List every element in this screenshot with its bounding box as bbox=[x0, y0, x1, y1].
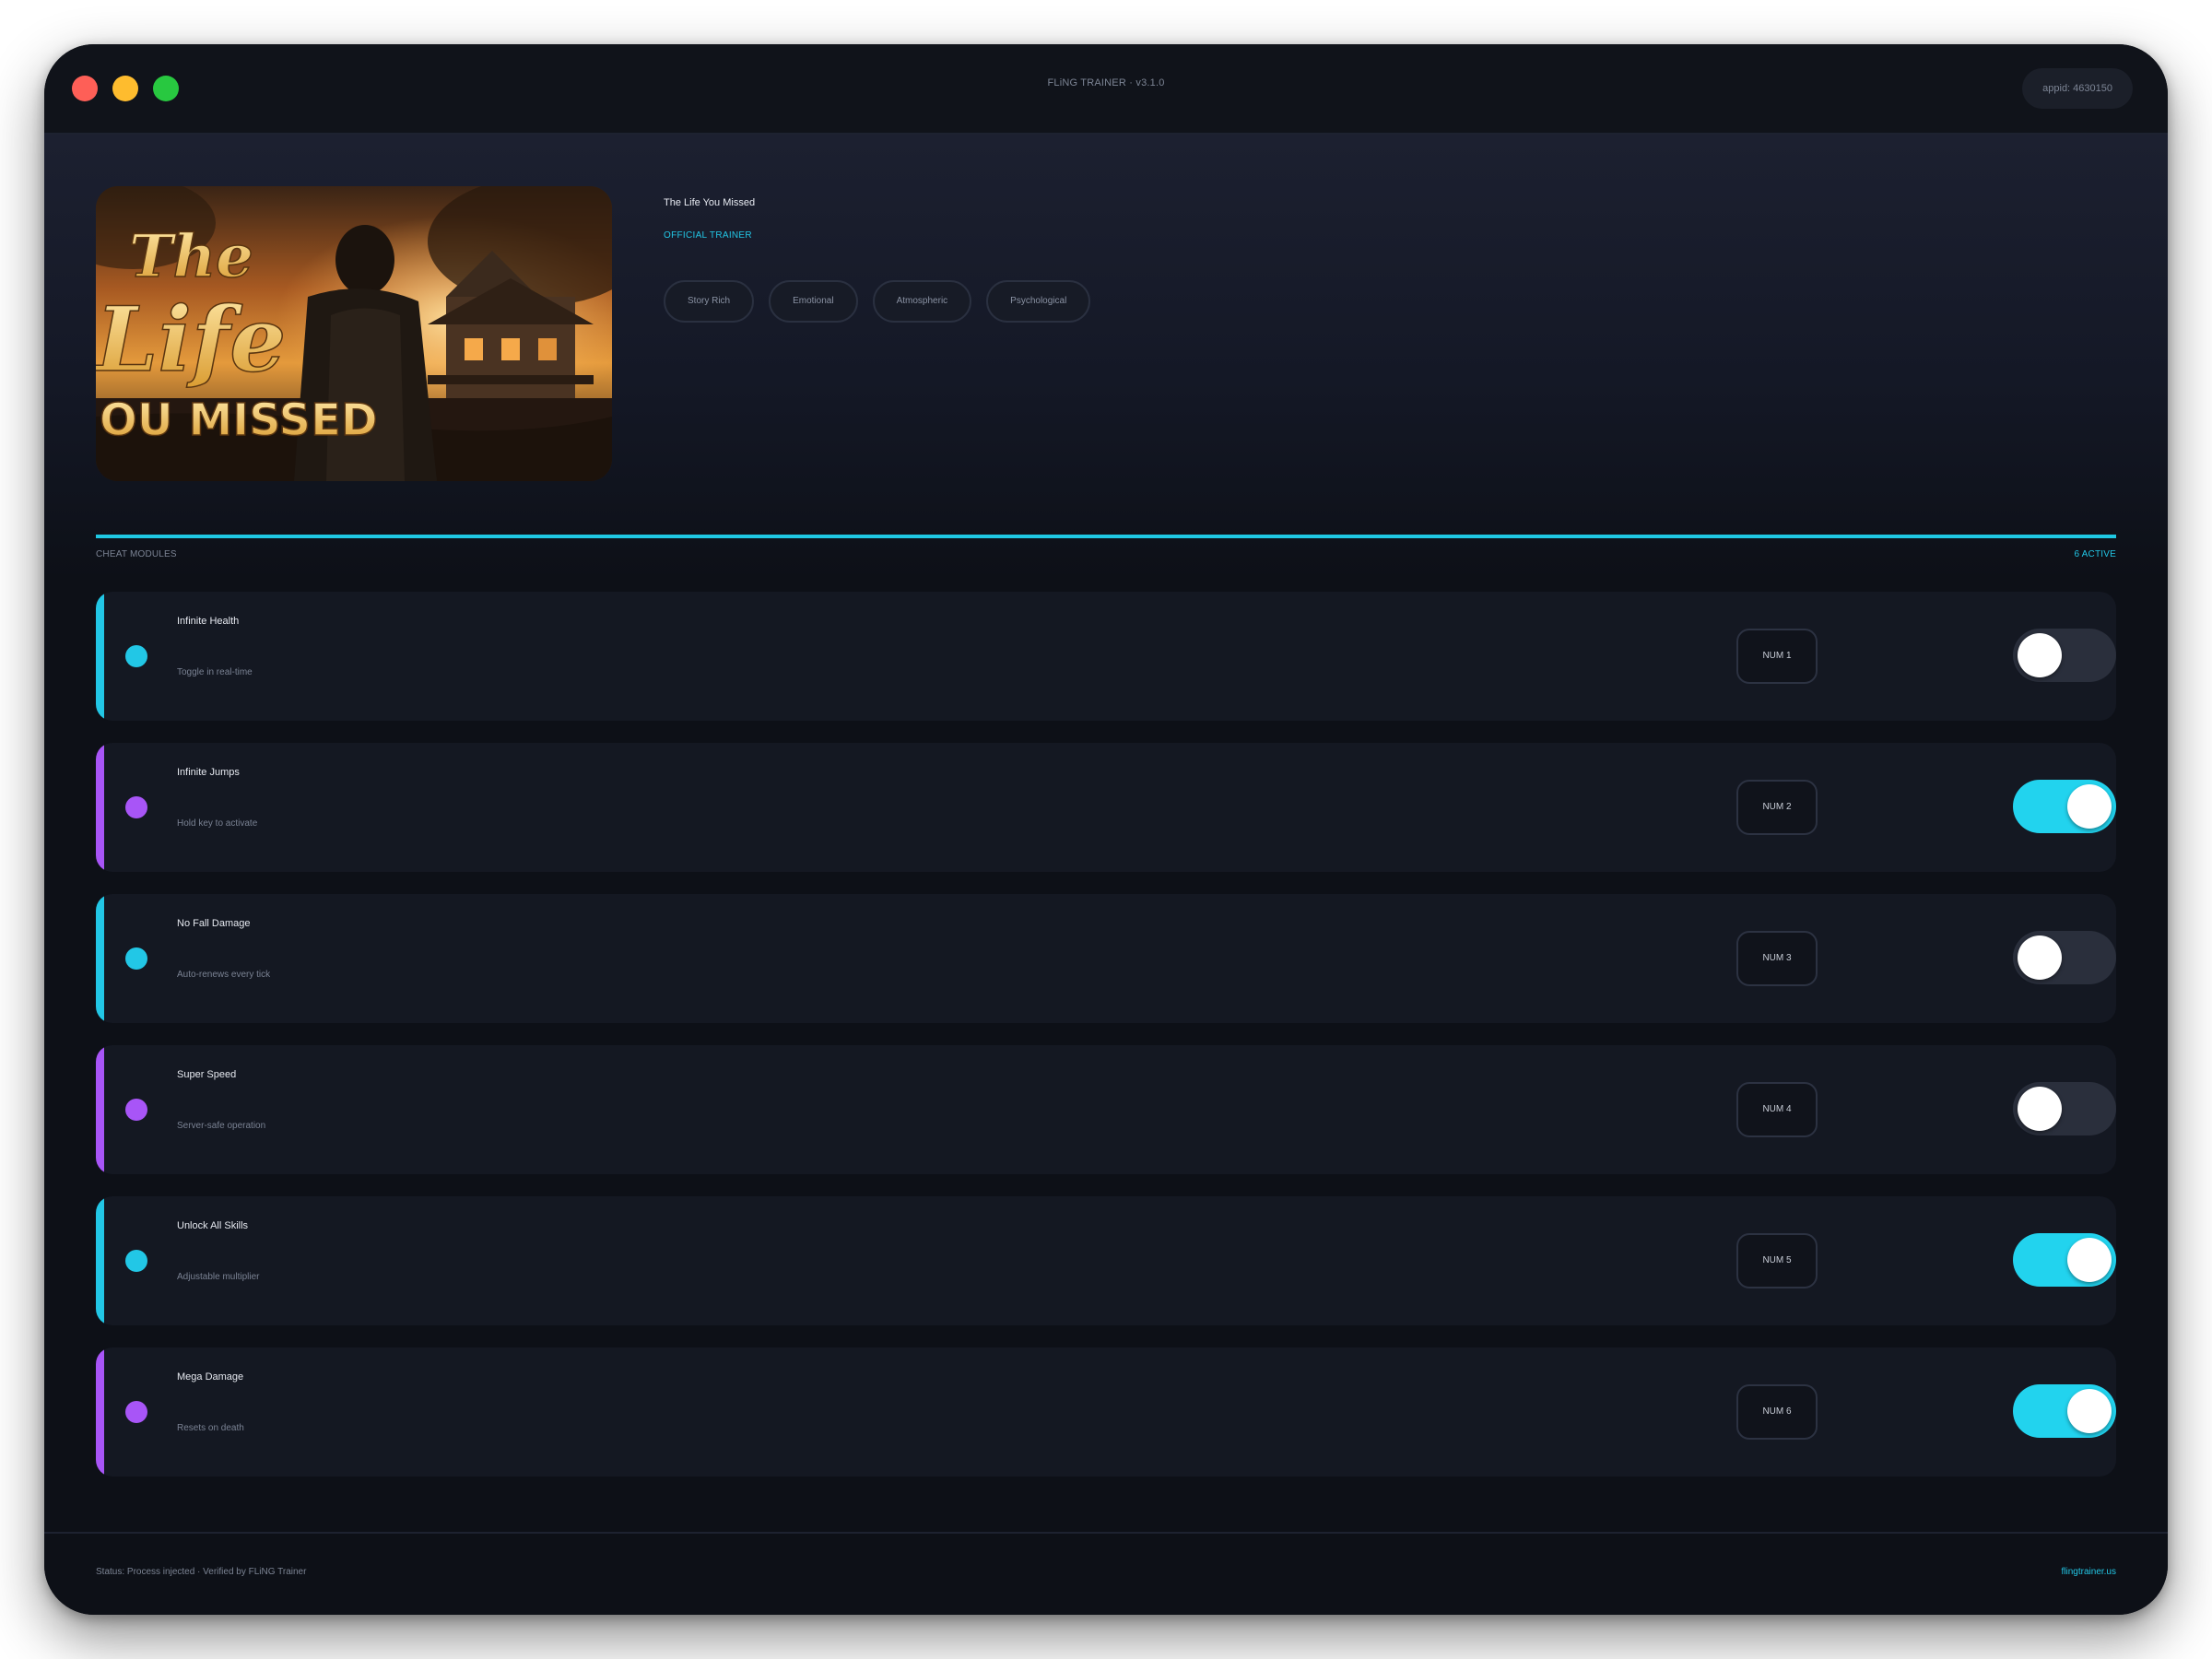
module-description: Auto-renews every tick bbox=[177, 970, 271, 980]
module-toggle[interactable] bbox=[2013, 1233, 2116, 1287]
toggle-knob bbox=[2018, 935, 2062, 980]
module-status-dot bbox=[125, 796, 147, 818]
module-toggle[interactable] bbox=[2013, 780, 2116, 833]
module-name: Unlock All Skills bbox=[177, 1220, 249, 1231]
module-name: Infinite Health bbox=[177, 616, 240, 627]
tag-emotional[interactable]: Emotional bbox=[769, 280, 858, 323]
module-toggle[interactable] bbox=[2013, 1384, 2116, 1438]
toggle-knob bbox=[2067, 1238, 2112, 1282]
module-toggle[interactable] bbox=[2013, 629, 2116, 682]
module-description: Toggle in real-time bbox=[177, 667, 253, 677]
module-accent-bar bbox=[96, 1347, 104, 1477]
trainer-window: FLiNG TRAINER · v3.1.0 appid: 4630150 Th… bbox=[44, 44, 2168, 1615]
game-header: The Life OU MISSED The Life You Missed O… bbox=[44, 135, 2168, 579]
cheat-module: No Fall Damage Auto-renews every tick NU… bbox=[96, 894, 2116, 1023]
status-text: Status: Process injected · Verified by F… bbox=[96, 1567, 307, 1577]
toggle-knob bbox=[2067, 784, 2112, 829]
tag-atmospheric[interactable]: Atmospheric bbox=[872, 280, 972, 323]
cheat-module: Infinite Jumps Hold key to activate NUM … bbox=[96, 743, 2116, 872]
toggle-knob bbox=[2018, 1087, 2062, 1131]
appid-badge: appid: 4630150 bbox=[2022, 68, 2133, 109]
module-name: Super Speed bbox=[177, 1069, 237, 1080]
module-status-dot bbox=[125, 1099, 147, 1121]
website-link[interactable]: flingtrainer.us bbox=[2062, 1567, 2116, 1577]
module-status-dot bbox=[125, 947, 147, 970]
module-accent-bar bbox=[96, 1196, 104, 1325]
module-description: Hold key to activate bbox=[177, 818, 258, 829]
module-accent-bar bbox=[96, 592, 104, 721]
module-description: Adjustable multiplier bbox=[177, 1272, 260, 1282]
game-cover-art: The Life OU MISSED bbox=[96, 186, 612, 481]
section-label: CHEAT MODULES bbox=[96, 549, 177, 559]
module-accent-bar bbox=[96, 894, 104, 1023]
module-name: No Fall Damage bbox=[177, 918, 251, 929]
cover-text-life: Life bbox=[96, 288, 286, 392]
module-toggle[interactable] bbox=[2013, 1082, 2116, 1135]
cheat-module: Mega Damage Resets on death NUM 6 bbox=[96, 1347, 2116, 1477]
title-bar: FLiNG TRAINER · v3.1.0 appid: 4630150 bbox=[44, 44, 2168, 135]
module-toggle[interactable] bbox=[2013, 931, 2116, 984]
active-count: 6 ACTIVE bbox=[2074, 549, 2116, 559]
window-title: FLiNG TRAINER · v3.1.0 bbox=[1047, 77, 1165, 88]
official-trainer-badge: OFFICIAL TRAINER bbox=[664, 230, 752, 241]
module-description: Server-safe operation bbox=[177, 1121, 266, 1131]
module-name: Infinite Jumps bbox=[177, 767, 240, 778]
cheat-module: Unlock All Skills Adjustable multiplier … bbox=[96, 1196, 2116, 1325]
hotkey-button[interactable]: NUM 3 bbox=[1736, 931, 1818, 986]
tag-psychological[interactable]: Psychological bbox=[986, 280, 1091, 323]
hotkey-button[interactable]: NUM 6 bbox=[1736, 1384, 1818, 1440]
status-footer: Status: Process injected · Verified by F… bbox=[44, 1532, 2168, 1615]
game-tags: Story Rich Emotional Atmospheric Psychol… bbox=[664, 280, 1091, 323]
tag-story-rich[interactable]: Story Rich bbox=[664, 280, 755, 323]
cheat-module: Super Speed Server-safe operation NUM 4 bbox=[96, 1045, 2116, 1174]
module-status-dot bbox=[125, 1250, 147, 1272]
toggle-knob bbox=[2067, 1389, 2112, 1433]
module-description: Resets on death bbox=[177, 1423, 244, 1433]
module-accent-bar bbox=[96, 743, 104, 872]
hotkey-button[interactable]: NUM 5 bbox=[1736, 1233, 1818, 1288]
module-accent-bar bbox=[96, 1045, 104, 1174]
module-name: Mega Damage bbox=[177, 1371, 244, 1382]
module-status-dot bbox=[125, 1401, 147, 1423]
cover-text-the: The bbox=[129, 222, 253, 291]
hotkey-button[interactable]: NUM 1 bbox=[1736, 629, 1818, 684]
hotkey-button[interactable]: NUM 2 bbox=[1736, 780, 1818, 835]
game-title: The Life You Missed bbox=[664, 197, 756, 208]
cover-text-missed: OU MISSED bbox=[100, 394, 378, 446]
hotkey-button[interactable]: NUM 4 bbox=[1736, 1082, 1818, 1137]
module-status-dot bbox=[125, 645, 147, 667]
toggle-knob bbox=[2018, 633, 2062, 677]
section-divider bbox=[96, 535, 2116, 538]
cheat-module: Infinite Health Toggle in real-time NUM … bbox=[96, 592, 2116, 721]
